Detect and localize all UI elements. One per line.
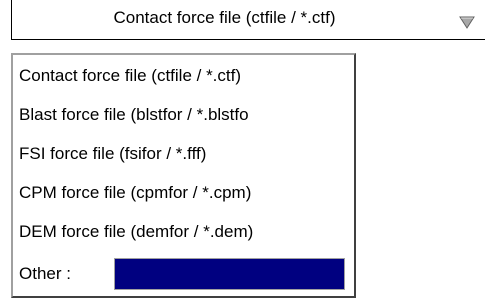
option-blast-force-file[interactable]: Blast force file (blstfor / *.blstfo <box>19 97 249 133</box>
option-contact-force-file[interactable]: Contact force file (ctfile / *.ctf) <box>19 58 241 94</box>
option-cpm-force-file[interactable]: CPM force file (cpmfor / *.cpm) <box>19 175 251 211</box>
file-type-selector: Contact force file (ctfile / *.ctf) Cont… <box>0 0 485 306</box>
other-input[interactable] <box>114 258 345 290</box>
dropdown-list: Contact force file (ctfile / *.ctf) Blas… <box>11 53 356 298</box>
combo-selected-label: Contact force file (ctfile / *.ctf) <box>113 8 336 27</box>
option-fsi-force-file[interactable]: FSI force file (fsifor / *.fff) <box>19 136 206 172</box>
file-type-combo[interactable]: Contact force file (ctfile / *.ctf) <box>11 0 485 40</box>
other-label: Other : <box>19 264 71 283</box>
option-dem-force-file[interactable]: DEM force file (demfor / *.dem) <box>19 214 253 250</box>
other-row: Other : <box>19 256 349 292</box>
dropdown-triangle-icon[interactable] <box>456 11 478 33</box>
